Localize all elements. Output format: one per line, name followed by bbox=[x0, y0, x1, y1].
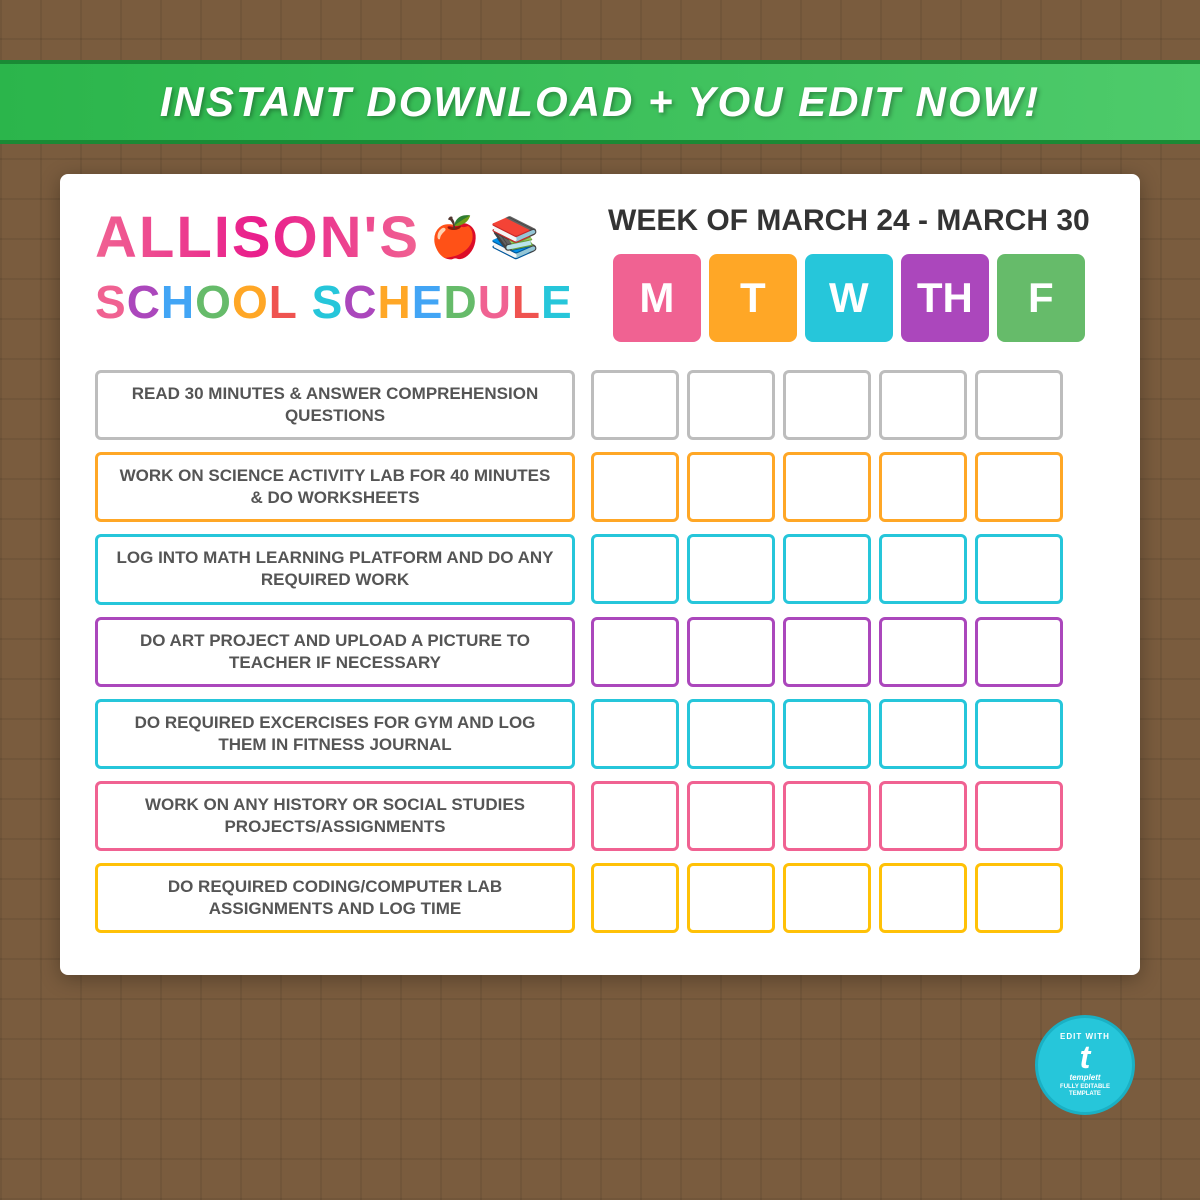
week-section: WEEK OF MARCH 24 - MARCH 30 M T W TH F bbox=[593, 204, 1105, 342]
cb-6-TH[interactable] bbox=[879, 781, 967, 851]
cb-1-F[interactable] bbox=[975, 370, 1063, 440]
templett-t-letter: t bbox=[1080, 1041, 1091, 1073]
task-label-3: LOG INTO MATH LEARNING PLATFORM AND DO A… bbox=[95, 534, 575, 604]
cb-7-TH[interactable] bbox=[879, 863, 967, 933]
task-label-6: WORK ON ANY HISTORY OR SOCIAL STUDIES PR… bbox=[95, 781, 575, 851]
cb-1-TH[interactable] bbox=[879, 370, 967, 440]
cb-2-TH[interactable] bbox=[879, 452, 967, 522]
cb-2-F[interactable] bbox=[975, 452, 1063, 522]
cb-4-M[interactable] bbox=[591, 617, 679, 687]
task-checkboxes-5 bbox=[591, 699, 1063, 769]
task-checkboxes-1 bbox=[591, 370, 1063, 440]
cb-4-F[interactable] bbox=[975, 617, 1063, 687]
cb-4-TH[interactable] bbox=[879, 617, 967, 687]
cb-2-T[interactable] bbox=[687, 452, 775, 522]
books-icon: 📚 bbox=[490, 214, 540, 261]
task-checkboxes-2 bbox=[591, 452, 1063, 522]
task-row-3: LOG INTO MATH LEARNING PLATFORM AND DO A… bbox=[95, 534, 1105, 604]
day-W: W bbox=[805, 254, 893, 342]
top-banner: INSTANT DOWNLOAD + YOU EDIT NOW! bbox=[0, 60, 1200, 144]
task-row-4: DO ART PROJECT AND UPLOAD A PICTURE TO T… bbox=[95, 617, 1105, 687]
cb-2-M[interactable] bbox=[591, 452, 679, 522]
cb-5-M[interactable] bbox=[591, 699, 679, 769]
day-TH: TH bbox=[901, 254, 989, 342]
templett-badge: EDIT WITH t templett FULLY EDITABLETEMPL… bbox=[1035, 1015, 1135, 1115]
cb-5-W[interactable] bbox=[783, 699, 871, 769]
task-label-2: WORK ON SCIENCE ACTIVITY LAB FOR 40 MINU… bbox=[95, 452, 575, 522]
cb-5-T[interactable] bbox=[687, 699, 775, 769]
cb-7-W[interactable] bbox=[783, 863, 871, 933]
allisons-text: ALLISON'S bbox=[95, 204, 420, 271]
cb-1-M[interactable] bbox=[591, 370, 679, 440]
school-schedule-text: SCHOOL SCHEDULE bbox=[95, 275, 573, 329]
day-M: M bbox=[613, 254, 701, 342]
task-row-2: WORK ON SCIENCE ACTIVITY LAB FOR 40 MINU… bbox=[95, 452, 1105, 522]
day-F: F bbox=[997, 254, 1085, 342]
day-headers: M T W TH F bbox=[593, 254, 1105, 342]
cb-3-TH[interactable] bbox=[879, 534, 967, 604]
cb-4-W[interactable] bbox=[783, 617, 871, 687]
main-card: ALLISON'S 🍎 📚 SCHOOL SCHEDULE WEEK OF MA… bbox=[60, 174, 1140, 975]
task-label-7: DO REQUIRED CODING/COMPUTER LAB ASSIGNME… bbox=[95, 863, 575, 933]
allisons-line: ALLISON'S 🍎 📚 bbox=[95, 204, 573, 271]
cb-2-W[interactable] bbox=[783, 452, 871, 522]
task-row-5: DO REQUIRED EXCERCISES FOR GYM AND LOG T… bbox=[95, 699, 1105, 769]
cb-6-F[interactable] bbox=[975, 781, 1063, 851]
task-checkboxes-3 bbox=[591, 534, 1063, 604]
cb-1-W[interactable] bbox=[783, 370, 871, 440]
apple-icon: 🍎 bbox=[430, 214, 480, 261]
templett-subtitle: FULLY EDITABLETEMPLATE bbox=[1060, 1084, 1110, 1098]
cb-7-F[interactable] bbox=[975, 863, 1063, 933]
cb-7-T[interactable] bbox=[687, 863, 775, 933]
card-header: ALLISON'S 🍎 📚 SCHOOL SCHEDULE WEEK OF MA… bbox=[95, 204, 1105, 342]
task-checkboxes-7 bbox=[591, 863, 1063, 933]
task-checkboxes-6 bbox=[591, 781, 1063, 851]
task-label-5: DO REQUIRED EXCERCISES FOR GYM AND LOG T… bbox=[95, 699, 575, 769]
cb-4-T[interactable] bbox=[687, 617, 775, 687]
cb-3-F[interactable] bbox=[975, 534, 1063, 604]
title-section: ALLISON'S 🍎 📚 SCHOOL SCHEDULE bbox=[95, 204, 573, 329]
banner-text: INSTANT DOWNLOAD + YOU EDIT NOW! bbox=[160, 78, 1040, 125]
templett-name: templett bbox=[1069, 1073, 1100, 1082]
task-label-1: READ 30 MINUTES & ANSWER COMPREHENSION Q… bbox=[95, 370, 575, 440]
task-row-7: DO REQUIRED CODING/COMPUTER LAB ASSIGNME… bbox=[95, 863, 1105, 933]
cb-3-M[interactable] bbox=[591, 534, 679, 604]
cb-3-T[interactable] bbox=[687, 534, 775, 604]
task-row-1: READ 30 MINUTES & ANSWER COMPREHENSION Q… bbox=[95, 370, 1105, 440]
cb-7-M[interactable] bbox=[591, 863, 679, 933]
cb-1-T[interactable] bbox=[687, 370, 775, 440]
cb-5-F[interactable] bbox=[975, 699, 1063, 769]
cb-3-W[interactable] bbox=[783, 534, 871, 604]
cb-6-M[interactable] bbox=[591, 781, 679, 851]
cb-6-W[interactable] bbox=[783, 781, 871, 851]
task-checkboxes-4 bbox=[591, 617, 1063, 687]
task-label-4: DO ART PROJECT AND UPLOAD A PICTURE TO T… bbox=[95, 617, 575, 687]
task-row-6: WORK ON ANY HISTORY OR SOCIAL STUDIES PR… bbox=[95, 781, 1105, 851]
cb-6-T[interactable] bbox=[687, 781, 775, 851]
cb-5-TH[interactable] bbox=[879, 699, 967, 769]
day-T: T bbox=[709, 254, 797, 342]
week-title: WEEK OF MARCH 24 - MARCH 30 bbox=[593, 204, 1105, 238]
